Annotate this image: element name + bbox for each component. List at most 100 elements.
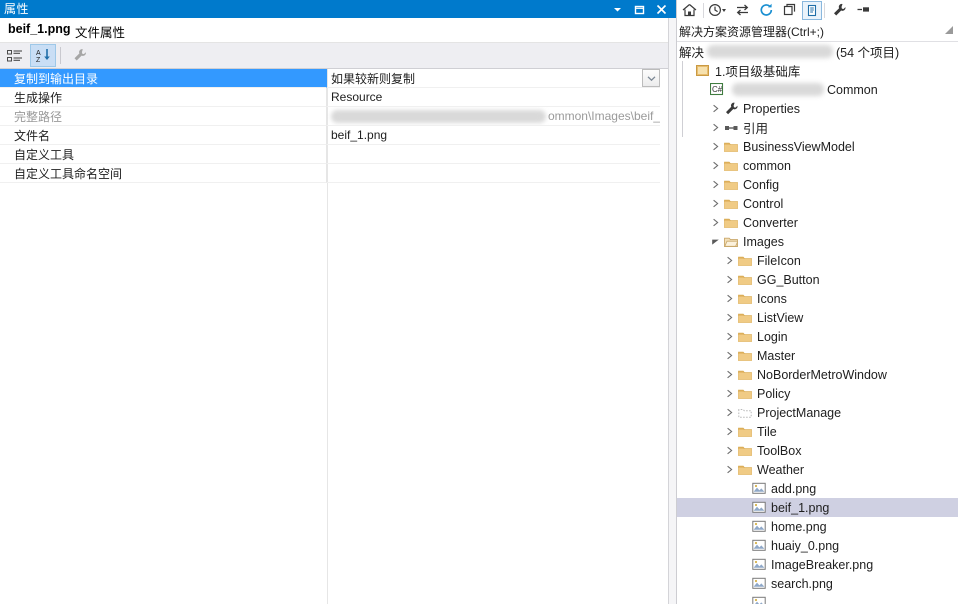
chevron-right-icon[interactable]: [723, 365, 736, 384]
chevron-right-icon[interactable]: [709, 213, 722, 232]
preview-selected-items-icon[interactable]: [851, 0, 875, 20]
chevron-right-icon[interactable]: [723, 270, 736, 289]
history-dropdown-icon[interactable]: [706, 0, 730, 20]
tree-item[interactable]: ListView: [677, 308, 959, 327]
chevron-right-icon[interactable]: [723, 327, 736, 346]
properties-wrench-icon[interactable]: [827, 0, 851, 20]
chevron-right-icon[interactable]: [723, 441, 736, 460]
tree-item-text: ProjectManage: [757, 405, 842, 420]
chevron-right-icon[interactable]: [709, 137, 722, 156]
tree-item[interactable]: FileIcon: [677, 251, 959, 270]
tree-item-label: 引用: [743, 118, 768, 137]
property-dropdown-button[interactable]: [642, 69, 660, 87]
tree-item[interactable]: common: [677, 156, 959, 175]
tree-item-selected[interactable]: beif_1.png: [677, 498, 959, 517]
property-name[interactable]: 完整路径: [0, 107, 327, 126]
solution-root-row[interactable]: 解决 (54 个项目): [677, 42, 959, 61]
property-value[interactable]: beif_1.png: [327, 126, 660, 145]
show-all-files-icon[interactable]: [802, 0, 822, 20]
alphabetical-sort-button[interactable]: A Z: [30, 44, 56, 67]
tree-item-text: Images: [743, 234, 784, 249]
tree-item[interactable]: NoBorderMetroWindow: [677, 365, 959, 384]
chevron-right-icon[interactable]: [723, 422, 736, 441]
chevron-right-icon[interactable]: [723, 403, 736, 422]
property-row[interactable]: 生成操作 Resource: [0, 88, 660, 107]
tree-item[interactable]: Login: [677, 327, 959, 346]
folder-excluded-icon: [736, 403, 754, 422]
svg-text:Z: Z: [36, 57, 41, 63]
folder-icon: [722, 137, 740, 156]
property-value[interactable]: Resource: [327, 88, 660, 107]
tree-item[interactable]: BusinessViewModel: [677, 137, 959, 156]
collapse-all-icon[interactable]: [778, 0, 802, 20]
chevron-down-icon[interactable]: [709, 232, 722, 251]
property-value[interactable]: 如果较新则复制: [327, 69, 660, 88]
property-row[interactable]: 自定义工具: [0, 145, 660, 164]
chevron-right-icon[interactable]: [709, 99, 722, 118]
chevron-right-icon[interactable]: [709, 194, 722, 213]
property-value[interactable]: [327, 164, 660, 183]
tree-item[interactable]: Converter: [677, 213, 959, 232]
window-maximize-button[interactable]: [628, 0, 650, 18]
property-name[interactable]: 生成操作: [0, 88, 327, 107]
properties-page-button[interactable]: [67, 44, 93, 67]
tree-item-label: search.png: [771, 577, 833, 591]
tree-item[interactable]: ToolBox: [677, 441, 959, 460]
tree-item-text: search.png: [771, 576, 833, 591]
chevron-right-icon[interactable]: [709, 156, 722, 175]
chevron-right-icon[interactable]: [723, 289, 736, 308]
property-name[interactable]: 自定义工具命名空间: [0, 164, 327, 183]
chevron-right-icon[interactable]: [709, 175, 722, 194]
tree-item[interactable]: Config: [677, 175, 959, 194]
tree-item[interactable]: [677, 593, 959, 604]
tree-item[interactable]: Policy: [677, 384, 959, 403]
property-row[interactable]: 自定义工具命名空间: [0, 164, 660, 183]
categorized-button[interactable]: [2, 44, 28, 67]
property-grid[interactable]: 复制到输出目录 如果较新则复制 生成操作 Resource 完整路径 ommon\Imag…: [0, 69, 676, 604]
sync-with-active-document-icon[interactable]: [730, 0, 754, 20]
tree-item[interactable]: Master: [677, 346, 959, 365]
home-icon[interactable]: [677, 0, 701, 20]
properties-object-header: beif_1.png 文件属性: [0, 18, 676, 43]
pin-icon[interactable]: [944, 25, 955, 39]
tree-item[interactable]: C# Common: [677, 80, 959, 99]
image-file-icon: [750, 536, 768, 555]
solution-tree[interactable]: 解决 (54 个项目) 1.项目级基础库 C# Common Properties 引用 Bu…: [677, 42, 959, 604]
chevron-right-icon[interactable]: [723, 384, 736, 403]
tree-item[interactable]: Images: [677, 232, 959, 251]
tree-item-text: Common: [827, 82, 878, 97]
chevron-right-icon[interactable]: [723, 251, 736, 270]
chevron-right-icon[interactable]: [723, 346, 736, 365]
property-name[interactable]: 自定义工具: [0, 145, 327, 164]
tree-item[interactable]: add.png: [677, 479, 959, 498]
property-name[interactable]: 文件名: [0, 126, 327, 145]
tree-item[interactable]: search.png: [677, 574, 959, 593]
tree-item[interactable]: home.png: [677, 517, 959, 536]
tree-item-label: Control: [743, 197, 783, 211]
chevron-right-icon[interactable]: [723, 308, 736, 327]
tree-item[interactable]: ImageBreaker.png: [677, 555, 959, 574]
tree-item[interactable]: 1.项目级基础库: [677, 61, 959, 80]
tree-item[interactable]: Control: [677, 194, 959, 213]
property-row[interactable]: 文件名 beif_1.png: [0, 126, 660, 145]
tree-item[interactable]: 引用: [677, 118, 959, 137]
property-value[interactable]: [327, 145, 660, 164]
tree-item[interactable]: GG_Button: [677, 270, 959, 289]
chevron-right-icon[interactable]: [723, 460, 736, 479]
property-name[interactable]: 复制到输出目录: [0, 69, 327, 88]
property-row[interactable]: 完整路径 ommon\Images\beif_: [0, 107, 660, 126]
tree-item[interactable]: Properties: [677, 99, 959, 118]
window-dropdown-button[interactable]: [606, 0, 628, 18]
tree-item[interactable]: Weather: [677, 460, 959, 479]
properties-vertical-rule: [668, 18, 669, 604]
property-value[interactable]: ommon\Images\beif_: [327, 107, 660, 126]
tree-item[interactable]: Icons: [677, 289, 959, 308]
tree-item[interactable]: huaiy_0.png: [677, 536, 959, 555]
window-close-button[interactable]: [650, 0, 672, 18]
property-row[interactable]: 复制到输出目录 如果较新则复制: [0, 69, 660, 88]
refresh-icon[interactable]: [754, 0, 778, 20]
chevron-right-icon[interactable]: [709, 118, 722, 137]
tree-item[interactable]: ProjectManage: [677, 403, 959, 422]
expander-placeholder: [737, 536, 750, 555]
tree-item[interactable]: Tile: [677, 422, 959, 441]
